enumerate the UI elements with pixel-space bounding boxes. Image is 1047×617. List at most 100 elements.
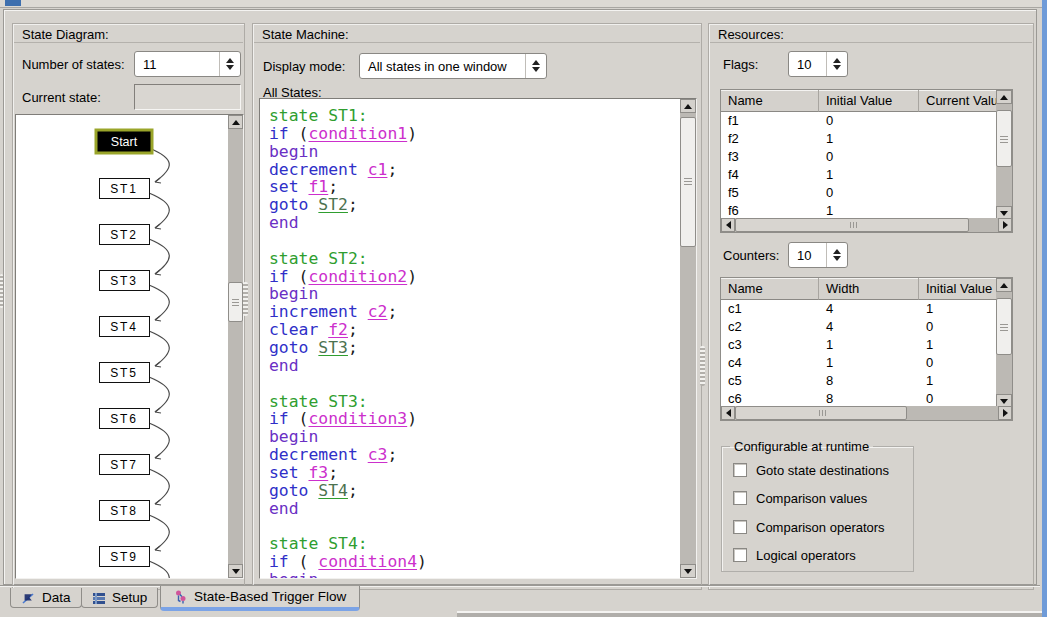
spinner-buttons[interactable] [826,243,847,267]
table-cell: 1 [819,130,919,148]
scroll-up-button[interactable] [228,115,243,129]
checkbox-label: Comparison operators [756,520,885,535]
counters-spinner[interactable]: 10 [788,242,848,268]
table-cell: 8 [819,372,919,390]
scroll-up-button[interactable] [996,90,1012,104]
column-header[interactable]: Initial Value [919,278,997,300]
tab-setup-label: Setup [112,590,147,605]
checkbox-box[interactable] [733,548,747,562]
table-cell: f3 [721,148,819,166]
table-row[interactable]: c410 [721,354,997,372]
table-cell: c3 [721,336,819,354]
display-mode-combobox[interactable]: All states in one window [359,53,547,79]
diagram-vscrollbar[interactable] [228,115,243,578]
current-state-field[interactable] [134,84,241,110]
combo-up-icon [532,60,540,65]
tab-trigger-flow-label: State-Based Trigger Flow [194,589,346,604]
tab-data[interactable]: Data [10,588,82,608]
table-row[interactable]: f21 [721,130,997,148]
state-machine-code-view[interactable]: state ST1:if (condition1)begindecrement … [259,98,697,579]
table-cell: 4 [819,300,919,318]
scroll-up-button[interactable] [996,278,1012,292]
checkbox-logical-operators[interactable]: Logical operators [733,548,856,562]
spinner-buttons[interactable] [219,52,240,76]
table-cell: 0 [819,112,919,130]
table-cell: 0 [819,148,919,166]
checkbox-box[interactable] [733,463,747,477]
checkbox-comparison-operators[interactable]: Comparison operators [733,520,885,534]
scrollbar-thumb[interactable] [996,110,1012,167]
table-row[interactable]: f10 [721,112,997,130]
svg-text:ST4: ST4 [110,320,137,334]
scrollbar-thumb[interactable] [735,218,969,232]
checkbox-box[interactable] [733,520,747,534]
spin-down-icon[interactable] [226,65,234,70]
state-diagram-canvas[interactable]: StartST1ST2ST3ST4ST5ST6ST7ST8ST9 [15,114,244,579]
checkbox-box[interactable] [733,491,747,505]
state-diagram-title: State Diagram: [22,27,109,42]
table-row[interactable]: c240 [721,318,997,336]
table-cell: f1 [721,112,819,130]
checkbox-label: Logical operators [756,548,856,563]
code-vscrollbar[interactable] [680,99,696,578]
table-row[interactable]: c141 [721,300,997,318]
table-cell: c1 [721,300,819,318]
table-cell: 0 [819,184,919,202]
svg-text:ST3: ST3 [110,274,137,288]
table-row[interactable]: f30 [721,148,997,166]
column-header[interactable]: Initial Value [819,90,919,112]
spinner-buttons[interactable] [826,52,847,76]
column-header[interactable]: Name [721,278,819,300]
number-of-states-spinner[interactable]: 11 [134,51,241,77]
spin-up-icon[interactable] [226,58,234,63]
column-header[interactable]: Width [819,278,919,300]
flags-value: 10 [789,57,826,72]
scroll-left-button[interactable] [721,406,735,420]
table-row[interactable]: f50 [721,184,997,202]
scrollbar-thumb[interactable] [996,298,1012,355]
scroll-up-button[interactable] [680,99,696,113]
table-header[interactable]: NameInitial ValueCurrent Value [721,90,997,112]
table-vscrollbar[interactable] [996,90,1012,220]
svg-text:ST7: ST7 [110,458,137,472]
scroll-left-button[interactable] [721,218,735,232]
column-header[interactable]: Current Value [919,90,997,112]
scroll-down-button[interactable] [680,564,696,578]
svg-text:ST1: ST1 [110,182,137,196]
scrollbar-thumb[interactable] [735,406,907,420]
current-state-label: Current state: [22,90,101,105]
left-splitter-grip[interactable] [243,282,248,316]
tab-state-based-trigger-flow[interactable]: State-Based Trigger Flow [160,586,360,611]
right-splitter-grip[interactable] [700,346,705,386]
table-cell: 0 [919,354,997,372]
scroll-right-button[interactable] [998,406,1012,420]
runtime-config-title: Configurable at runtime [730,439,873,454]
checkbox-comparison-values[interactable]: Comparison values [733,491,867,505]
checkbox-goto-state-destinations[interactable]: Goto state destinations [733,463,889,477]
scrollbar-thumb[interactable] [680,117,696,247]
state-diagram-panel: State Diagram: Number of states: 11 Curr… [12,23,245,590]
scrollbar-thumb[interactable] [228,282,243,322]
bottom-tab-bar: Data Setup State-Based Trigger Flow [0,585,1047,612]
table-vscrollbar[interactable] [996,278,1012,408]
column-header[interactable]: Name [721,90,819,112]
flags-spinner[interactable]: 10 [788,51,848,77]
table-row[interactable]: c311 [721,336,997,354]
table-cell: 1 [919,300,997,318]
table-hscrollbar[interactable] [721,406,1012,420]
notebook-edge [0,585,1040,586]
checkbox-label: Comparison values [756,491,867,506]
table-hscrollbar[interactable] [721,218,1012,232]
state-machine-code: state ST1:if (condition1)begindecrement … [260,99,696,579]
combo-buttons[interactable] [525,54,546,78]
counters-table[interactable]: NameWidthInitial Valuec141c240c311c410c5… [720,277,1013,421]
scroll-down-button[interactable] [228,564,243,578]
scroll-right-button[interactable] [998,218,1012,232]
table-row[interactable]: f41 [721,166,997,184]
table-row[interactable]: c581 [721,372,997,390]
flags-table[interactable]: NameInitial ValueCurrent Valuef10f21f30f… [720,89,1013,233]
table-header[interactable]: NameWidthInitial Value [721,278,997,300]
toolbar-icon-fragment [5,0,21,6]
tab-setup[interactable]: Setup [81,588,158,608]
svg-text:ST2: ST2 [110,228,137,242]
